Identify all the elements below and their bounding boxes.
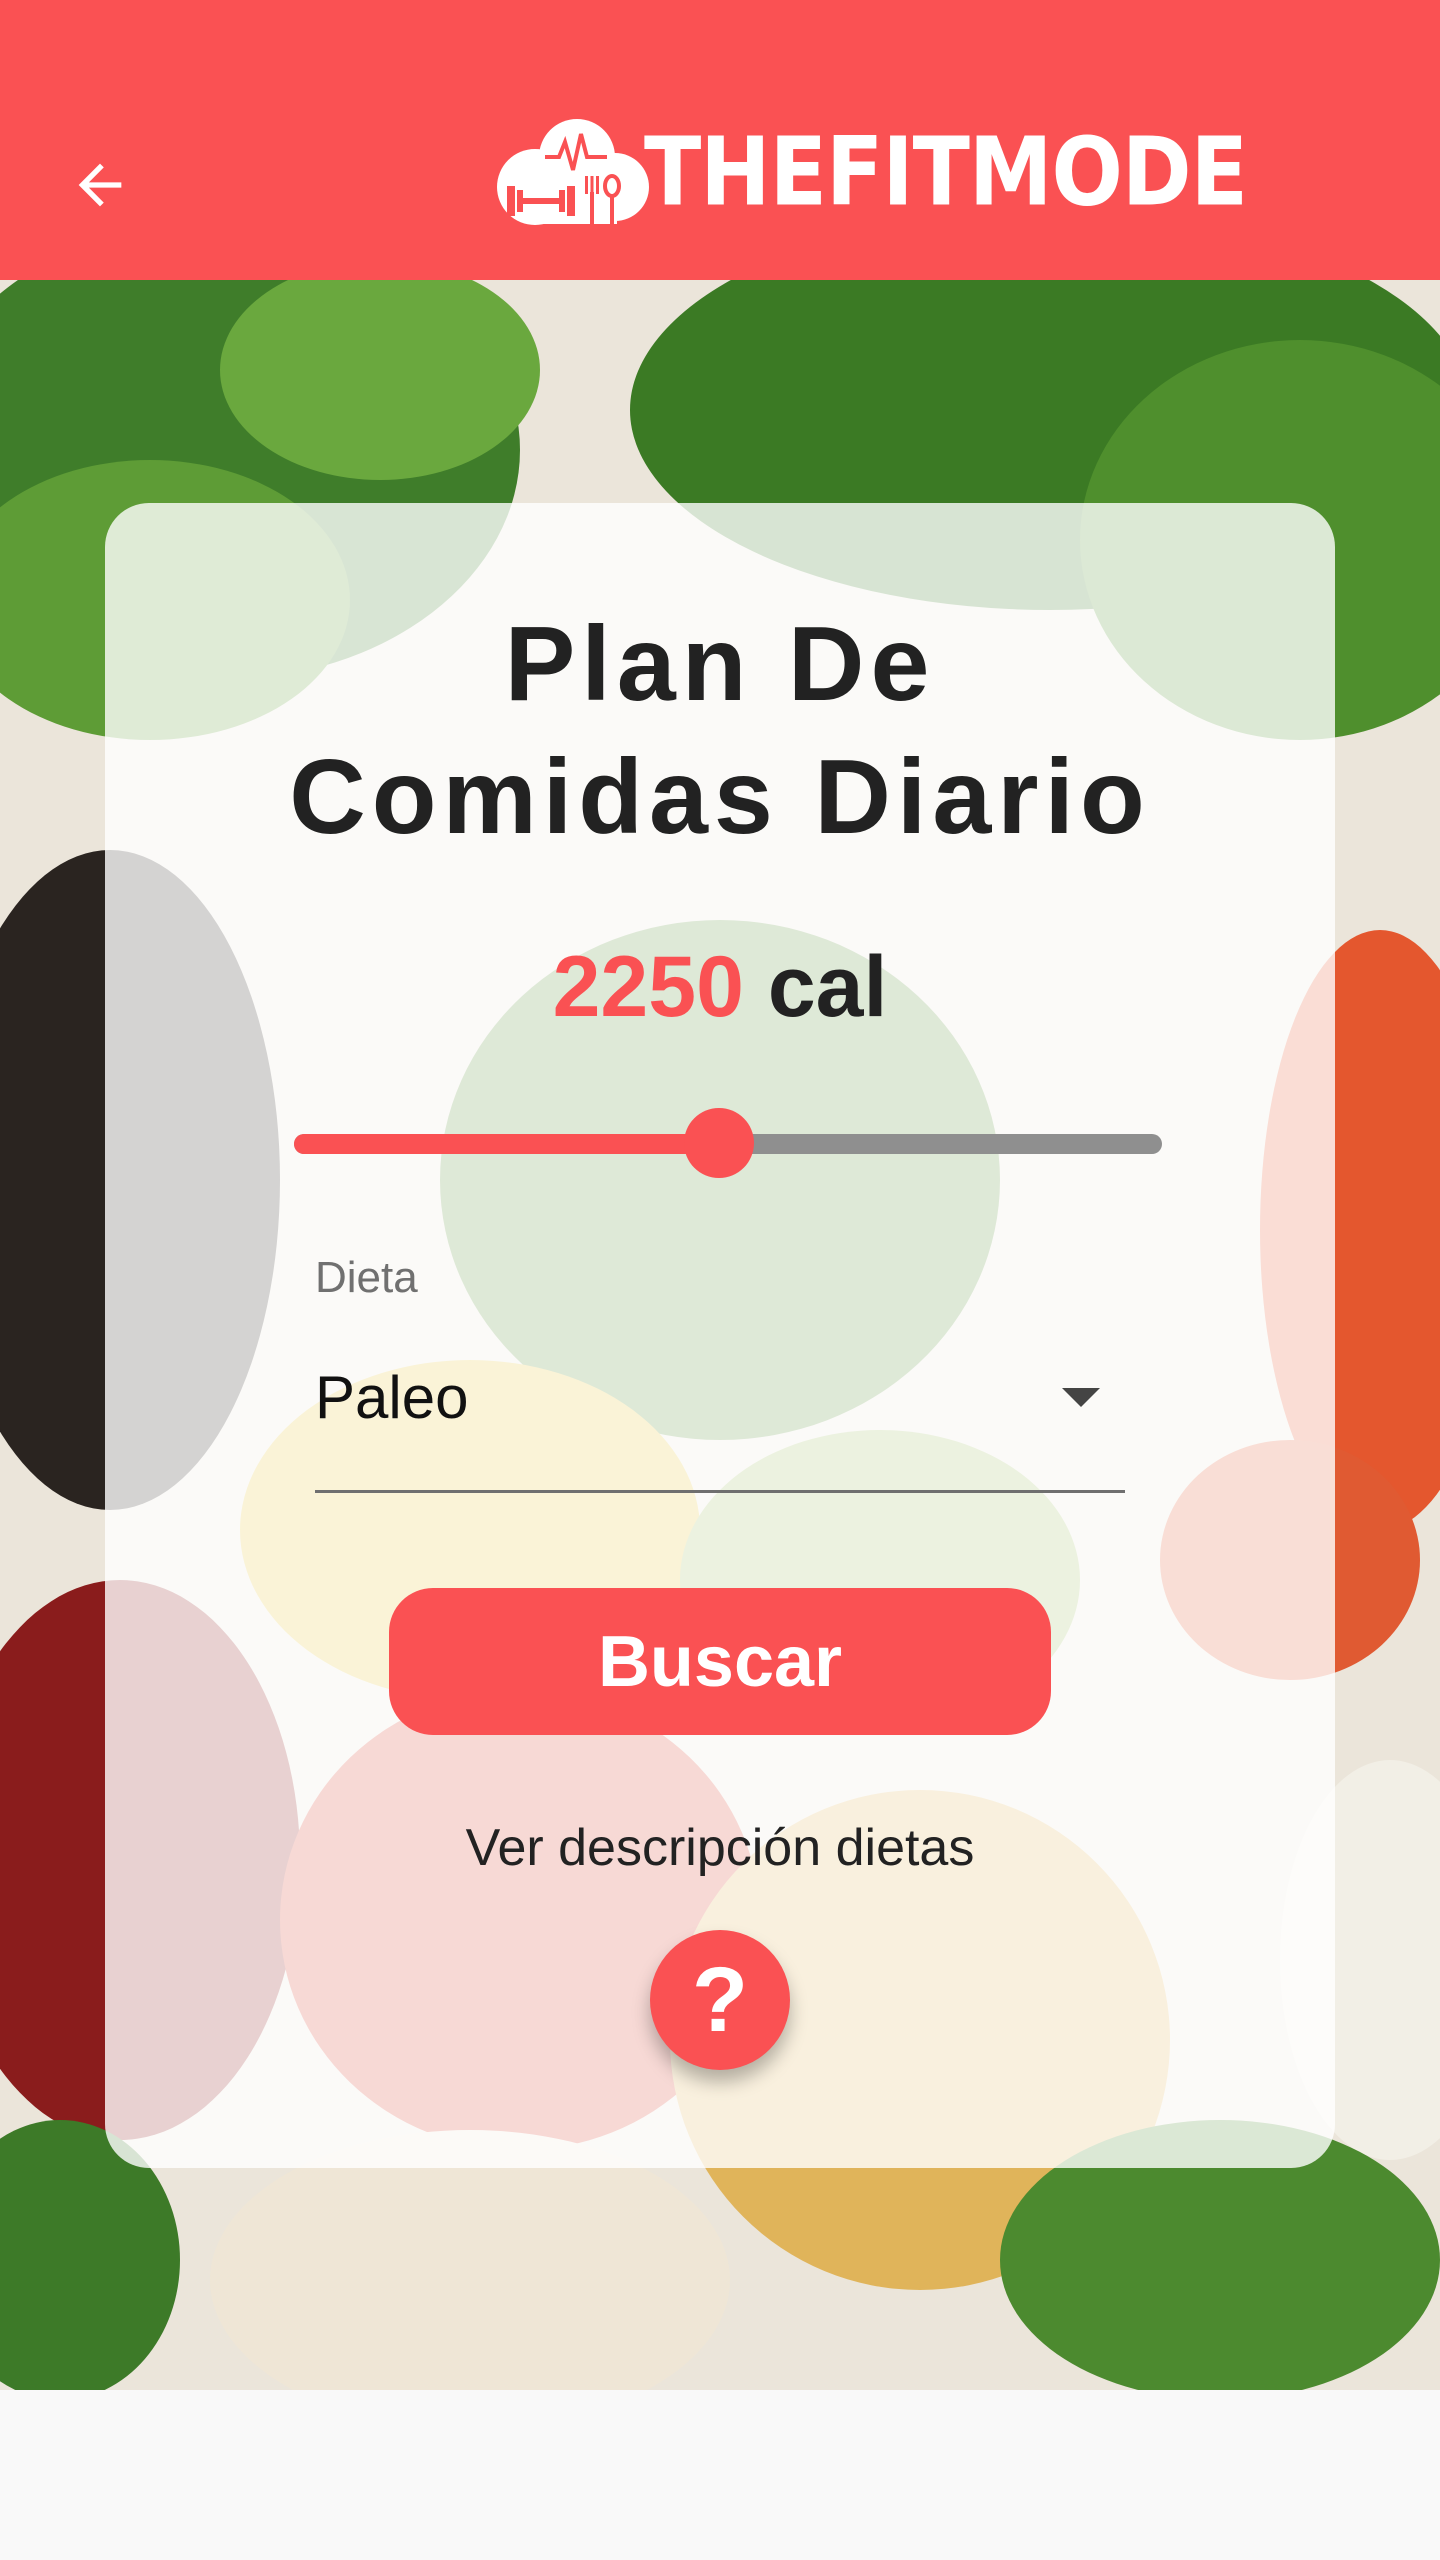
- page-title: Plan De Comidas Diario: [105, 598, 1335, 864]
- brand-logo: THEFITMODE: [495, 112, 1248, 232]
- calories-unit: cal: [767, 939, 888, 1035]
- brand-name: THEFITMODE: [644, 117, 1248, 227]
- diet-selected-value: Paleo: [315, 1364, 469, 1431]
- slider-fill: [294, 1134, 720, 1154]
- slider-thumb[interactable]: [684, 1108, 755, 1178]
- bottom-area: [0, 2390, 1440, 2560]
- back-button[interactable]: [55, 140, 145, 230]
- question-mark-icon: ?: [691, 1948, 749, 2051]
- help-button[interactable]: ?: [650, 1930, 790, 2070]
- calories-display: 2250 cal: [105, 938, 1335, 1037]
- app-bar: THEFITMODE: [0, 0, 1440, 280]
- diet-description-link[interactable]: Ver descripción dietas: [105, 1818, 1335, 1878]
- caret-down-icon: [1062, 1388, 1100, 1407]
- diet-dropdown[interactable]: Paleo: [315, 1333, 1125, 1493]
- calories-slider[interactable]: [294, 1108, 1162, 1178]
- fitness-heart-logo-icon: [497, 119, 649, 228]
- diet-label: Dieta: [315, 1253, 418, 1302]
- title-line-2: Comidas Diario: [289, 738, 1151, 856]
- search-button[interactable]: Buscar: [389, 1588, 1051, 1735]
- arrow-left-icon: [78, 163, 122, 207]
- title-line-1: Plan De: [504, 605, 936, 723]
- meal-plan-card: Plan De Comidas Diario 2250 cal Dieta Pa…: [105, 503, 1335, 2168]
- calories-value: 2250: [552, 939, 744, 1035]
